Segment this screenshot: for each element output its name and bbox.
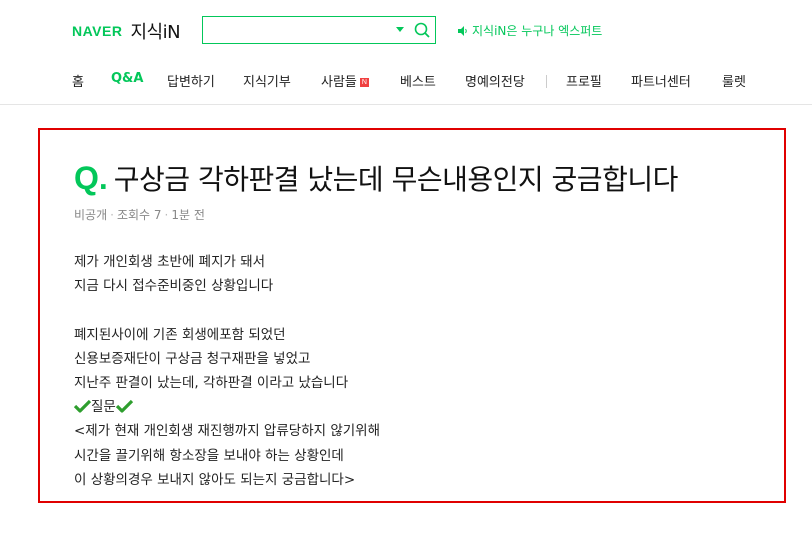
body-line: 이 상황의경우 보내지 않아도 되는지 궁금합니다> <box>74 471 356 488</box>
question-box: Q. 구상금 각하판결 났는데 무슨내용인지 궁금합니다 비공개 · 조회수 7 · 1… <box>38 128 786 503</box>
header: NAVER 지식iN 지식iN은 누구나 엑스퍼트 <box>0 0 812 58</box>
naver-kin-logo[interactable]: NAVER 지식iN <box>72 18 181 44</box>
question-author: 비공개 <box>74 208 108 222</box>
nav-profile[interactable]: 프로필 <box>566 71 602 90</box>
body-line: 제가 개인회생 초반에 폐지가 돼서 <box>74 254 266 270</box>
nav-donate[interactable]: 지식기부 <box>243 71 291 90</box>
nav-people-label: 사람들 <box>321 75 357 90</box>
nav-home[interactable]: 홈 <box>72 71 84 90</box>
search-input[interactable] <box>207 20 391 42</box>
question-views: 조회수 7 <box>116 208 162 222</box>
body-line: <제가 현재 개인회생 재진행까지 압류당하지 않기위해 <box>74 423 381 440</box>
body-line <box>74 298 380 322</box>
question-body: 제가 개인회생 초반에 폐지가 돼서 지금 다시 접수준비중인 상황입니다 폐지… <box>74 250 380 492</box>
question-time: 1분 전 <box>171 208 205 222</box>
search-box <box>202 16 436 44</box>
expert-promo-link[interactable]: 지식iN은 누구나 엑스퍼트 <box>458 22 602 39</box>
promo-text: 지식iN은 누구나 엑스퍼트 <box>472 24 603 38</box>
main-nav: 홈 Q&A 답변하기 지식기부 사람들 N 베스트 명예의전당 프로필 파트너센터… <box>0 58 812 105</box>
check-icon <box>74 399 91 413</box>
nav-answer[interactable]: 답변하기 <box>167 71 215 90</box>
body-line: 폐지된사이에 기존 회생에포함 되었던 <box>74 326 286 343</box>
nav-qna[interactable]: Q&A <box>111 71 143 86</box>
question-label: 질문 <box>91 399 116 416</box>
dropdown-icon[interactable] <box>396 27 404 32</box>
logo-kin: 지식iN <box>130 22 181 43</box>
question-title: Q. 구상금 각하판결 났는데 무슨내용인지 궁금합니다 <box>74 158 678 198</box>
nav-divider <box>546 75 547 88</box>
question-mark: Q. <box>74 159 108 196</box>
question-title-text: 구상금 각하판결 났는데 무슨내용인지 궁금합니다 <box>113 163 679 196</box>
logo-naver: NAVER <box>72 23 123 39</box>
body-line: 지금 다시 접수준비중인 상황입니다 <box>74 278 274 295</box>
speaker-icon <box>458 25 467 36</box>
check-icon <box>115 399 133 413</box>
body-line: 신용보증재단이 구상금 청구재판을 넣었고 <box>74 350 311 367</box>
new-badge: N <box>359 78 369 87</box>
search-icon[interactable] <box>413 21 431 39</box>
nav-hall-of-fame[interactable]: 명예의전당 <box>465 71 525 90</box>
nav-best[interactable]: 베스트 <box>400 71 436 90</box>
body-line-question: 질문 <box>74 395 380 419</box>
nav-roulette[interactable]: 룰렛 <box>722 71 746 90</box>
nav-people[interactable]: 사람들 N <box>321 71 369 90</box>
nav-partner-center[interactable]: 파트너센터 <box>631 71 691 90</box>
question-meta: 비공개 · 조회수 7 · 1분 전 <box>74 208 205 222</box>
body-line: 지난주 판결이 났는데, 각하판결 이라고 났습니다 <box>74 374 349 391</box>
body-line: 시간을 끌기위해 항소장을 보내야 하는 상황인데 <box>74 447 344 464</box>
